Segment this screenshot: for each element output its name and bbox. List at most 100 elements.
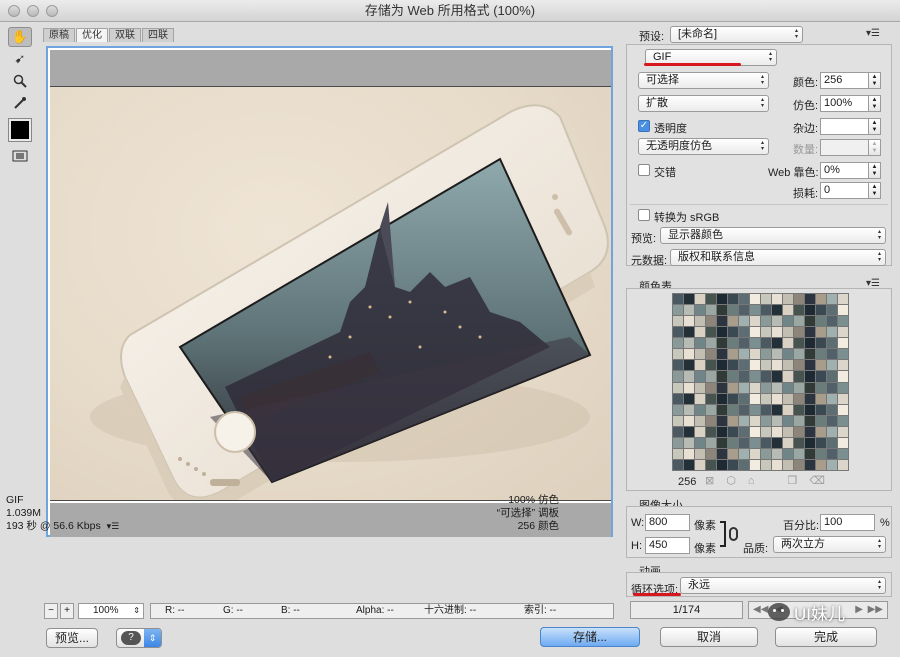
dither-stepper[interactable]: ▲ ▼ [869,95,881,112]
color-swatch[interactable] [816,448,826,459]
color-swatch[interactable] [684,349,694,360]
color-swatch[interactable] [805,371,815,382]
color-swatch[interactable] [805,448,815,459]
color-swatch[interactable] [772,382,782,393]
color-swatch[interactable] [673,404,683,415]
color-swatch[interactable] [772,426,782,437]
color-swatch[interactable] [794,382,804,393]
color-swatch[interactable] [805,393,815,404]
color-swatch[interactable] [816,316,826,327]
color-swatch[interactable] [794,448,804,459]
color-swatch[interactable] [838,371,848,382]
zoom-tool-icon[interactable] [8,71,32,91]
color-swatch[interactable] [728,338,738,349]
color-swatch[interactable] [761,349,771,360]
color-swatch[interactable] [827,327,837,338]
optimize-menu-icon[interactable]: ▾☰ [866,28,880,39]
first-frame-icon[interactable]: ◀◀ [753,602,768,618]
color-swatch[interactable] [750,437,760,448]
color-swatch[interactable] [717,404,727,415]
color-swatch[interactable] [717,437,727,448]
lock-color-icon[interactable]: ⌂ [748,475,767,487]
zoom-level-select[interactable]: 100% ⇕ [78,603,144,619]
preview-browser-select[interactable]: ? ⇕ [116,628,162,648]
loop-options-select[interactable]: 永远 [680,577,886,594]
color-swatch[interactable] [695,404,705,415]
color-swatch[interactable] [750,349,760,360]
eyedropper-color-swatch[interactable] [8,118,32,142]
matte-color-field[interactable] [820,118,869,135]
color-swatch[interactable] [684,426,694,437]
color-swatch[interactable] [706,459,716,470]
color-swatch[interactable] [673,459,683,470]
color-swatch[interactable] [827,426,837,437]
minimize-window-icon[interactable] [27,5,39,17]
web-snap-stepper[interactable]: ▲ ▼ [869,162,881,179]
color-swatch[interactable] [827,437,837,448]
interlaced-checkbox[interactable] [638,164,650,176]
color-swatch[interactable] [717,294,727,305]
color-swatch[interactable] [706,415,716,426]
color-swatch[interactable] [706,294,716,305]
color-swatch[interactable] [805,327,815,338]
convert-srgb-checkbox[interactable] [638,209,650,221]
color-swatch[interactable] [673,294,683,305]
color-swatch[interactable] [783,382,793,393]
color-swatch[interactable] [728,371,738,382]
color-swatch[interactable] [783,404,793,415]
color-swatch[interactable] [717,393,727,404]
color-swatch[interactable] [794,338,804,349]
color-swatch[interactable] [695,448,705,459]
color-swatch[interactable] [805,349,815,360]
color-swatch[interactable] [772,316,782,327]
color-swatch[interactable] [750,371,760,382]
color-swatch[interactable] [816,426,826,437]
color-swatch[interactable] [761,360,771,371]
zoom-window-icon[interactable] [46,5,58,17]
color-swatch[interactable] [827,459,837,470]
color-swatch[interactable] [695,305,705,316]
color-swatch[interactable] [728,294,738,305]
color-swatch[interactable] [695,371,705,382]
color-swatch[interactable] [794,404,804,415]
color-swatch[interactable] [805,382,815,393]
color-swatch[interactable] [794,459,804,470]
color-swatch[interactable] [816,349,826,360]
color-swatch[interactable] [772,371,782,382]
color-swatch[interactable] [717,349,727,360]
color-swatch[interactable] [717,426,727,437]
color-swatch[interactable] [750,316,760,327]
metadata-select[interactable]: 版权和联系信息 [670,249,886,266]
color-swatch[interactable] [772,349,782,360]
lossy-input[interactable]: 0 [820,182,869,199]
color-swatch[interactable] [695,426,705,437]
color-swatch[interactable] [750,327,760,338]
save-button[interactable]: 存储... [540,627,640,647]
color-swatch[interactable] [827,316,837,327]
color-swatch[interactable] [739,393,749,404]
color-swatch[interactable] [783,448,793,459]
color-swatch[interactable] [706,316,716,327]
color-swatch[interactable] [783,327,793,338]
color-swatch[interactable] [673,360,683,371]
tab-optimized[interactable]: 优化 [76,28,108,42]
color-swatch[interactable] [673,393,683,404]
color-swatch[interactable] [684,294,694,305]
color-swatch[interactable] [673,305,683,316]
color-swatch[interactable] [750,404,760,415]
color-swatch[interactable] [706,338,716,349]
color-swatch[interactable] [717,382,727,393]
preview-canvas[interactable] [46,46,613,537]
color-swatch[interactable] [794,415,804,426]
color-swatch[interactable] [684,327,694,338]
color-swatch[interactable] [739,327,749,338]
color-swatch[interactable] [783,360,793,371]
color-swatch[interactable] [805,305,815,316]
color-swatch[interactable] [761,459,771,470]
color-swatch[interactable] [838,338,848,349]
color-swatch[interactable] [684,448,694,459]
color-swatch[interactable] [772,360,782,371]
color-swatch[interactable] [695,294,705,305]
color-swatch[interactable] [728,316,738,327]
matte-stepper[interactable]: ▲ ▼ [869,118,881,135]
